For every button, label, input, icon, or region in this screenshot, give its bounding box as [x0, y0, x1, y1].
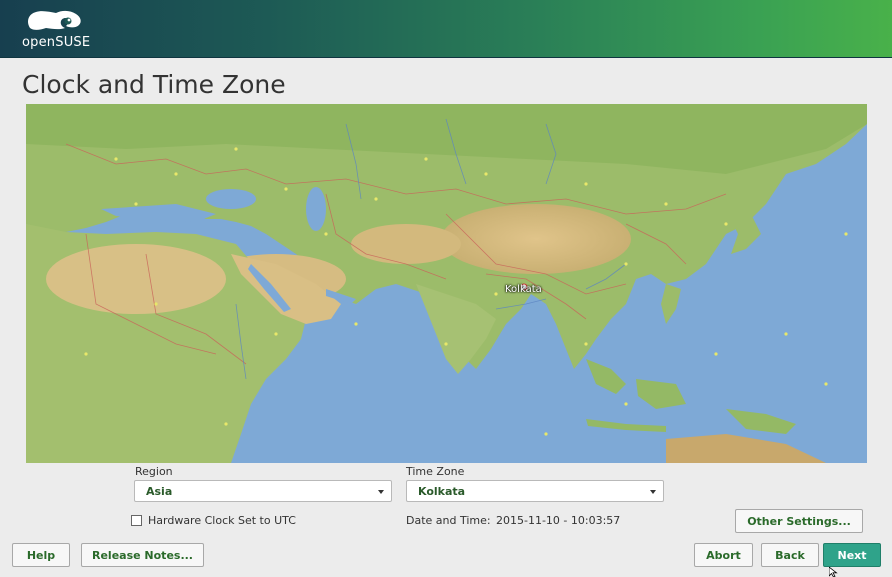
black-sea	[206, 189, 256, 209]
date-time-value: 2015-11-10 - 10:03:57	[496, 514, 621, 527]
release-notes-button[interactable]: Release Notes...	[81, 543, 204, 567]
central-asia-desert	[351, 224, 461, 264]
selected-city-label: Kolkata	[505, 284, 542, 295]
sahara-desert	[46, 244, 226, 314]
tibetan-plateau	[441, 204, 631, 274]
timezone-value: Kolkata	[418, 485, 466, 498]
timezone-dropdown[interactable]: Kolkata	[406, 480, 664, 502]
hardware-clock-label[interactable]: Hardware Clock Set to UTC	[148, 514, 296, 527]
help-button[interactable]: Help	[12, 543, 70, 567]
chevron-down-icon	[650, 490, 656, 494]
mouse-cursor-icon	[829, 567, 838, 577]
hardware-clock-checkbox[interactable]	[131, 515, 142, 526]
page-title: Clock and Time Zone	[22, 70, 286, 99]
other-settings-button[interactable]: Other Settings...	[735, 509, 863, 533]
region-dropdown[interactable]: Asia	[134, 480, 392, 502]
next-button[interactable]: Next	[823, 543, 881, 567]
timezone-label: Time Zone	[406, 465, 465, 478]
header-banner: openSUSE	[0, 0, 892, 58]
caspian-sea	[306, 187, 326, 231]
time-zone-map[interactable]: Kolkata	[26, 104, 867, 463]
abort-button[interactable]: Abort	[694, 543, 753, 567]
gecko-icon	[28, 10, 81, 30]
back-button[interactable]: Back	[761, 543, 819, 567]
region-value: Asia	[146, 485, 173, 498]
date-time-label: Date and Time:	[406, 514, 491, 527]
opensuse-logo: openSUSE	[20, 8, 90, 50]
logo-wordmark: openSUSE	[22, 35, 91, 50]
chevron-down-icon	[378, 490, 384, 494]
region-label: Region	[135, 465, 173, 478]
